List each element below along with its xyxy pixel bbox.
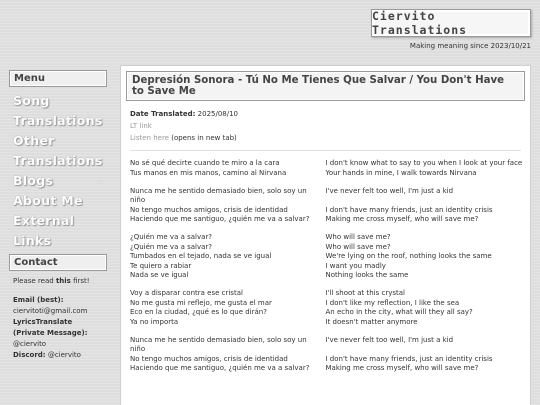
site-tagline: Making meaning since 2023/10/21 [409, 42, 531, 50]
sidebar: Menu Song Translations Other Translation… [9, 70, 107, 361]
original-line: Voy a disparar contra ese cristal [130, 289, 243, 297]
lyric-line: Eco en la ciudad, ¿qué es lo que dirán? A… [130, 308, 530, 318]
lyric-line: Nunca me he sentido demasiado bien, solo… [130, 187, 530, 206]
lyric-line: Haciendo que me santiguo, ¿quién me va a… [130, 215, 530, 225]
original-line: ¿Quién me va a salvar? [130, 242, 213, 251]
contact-heading: Contact [9, 254, 107, 271]
translated-line: I'll shoot at this crystal [325, 289, 405, 297]
lt-link[interactable]: LT link [130, 122, 152, 130]
main-nav: Song Translations Other Translations Blo… [9, 87, 107, 253]
lyric-line: Ya no importa It doesn't matter anymore [130, 318, 530, 328]
lyric-line: Nada se ve igual Nothing looks the same [130, 271, 530, 281]
lyricstranslate-user[interactable]: @ciervito [13, 339, 107, 350]
original-line: No tengo muchos amigos, crisis de identi… [130, 205, 288, 214]
page-title: Depresión Sonora - Tú No Me Tienes Que S… [132, 75, 505, 97]
translated-line: It doesn't matter anymore [325, 317, 418, 326]
translated-line: Who will save me? [325, 242, 391, 251]
listen-link[interactable]: Listen here [130, 134, 169, 142]
contact-this-link[interactable]: this [56, 277, 71, 285]
translated-line: I want you madly [325, 261, 386, 270]
nav-item-label: About Me [13, 193, 83, 208]
lyrics-table: No sé qué decirte cuando te miro a la ca… [121, 151, 530, 374]
date-label: Date Translated: [130, 110, 196, 118]
translated-line: I don't have many friends, just an ident… [325, 354, 493, 363]
translated-line: Your hands in mine, I walk towards Nirva… [325, 168, 477, 177]
translated-line: An echo in the city, what will they all … [325, 308, 473, 316]
original-line: Nada se ve igual [130, 271, 189, 279]
nav-item-label: External Links [13, 213, 75, 248]
translated-line: Nothing looks the same [325, 271, 409, 279]
title-box: Depresión Sonora - Tú No Me Tienes Que S… [126, 71, 525, 101]
translation-meta: Date Translated: 2025/08/10 LT link List… [121, 101, 530, 144]
lyric-line: Te quiero a rabiar I want you madly [130, 262, 530, 272]
nav-item-about-me[interactable]: About Me [13, 191, 107, 211]
lyrics-stanza: No sé qué decirte cuando te miro a la ca… [130, 159, 530, 178]
date-value: 2025/08/10 [195, 110, 239, 118]
translated-line: Making me cross myself, who will save me… [325, 215, 479, 223]
original-line: Eco en la ciudad, ¿qué es lo que dirán? [130, 308, 267, 316]
translated-line: Making me cross myself, who will save me… [325, 364, 479, 372]
original-line: No sé qué decirte cuando te miro a la ca… [130, 159, 280, 167]
original-line: No me gusta mi reflejo, me gusta el mar [130, 298, 272, 307]
menu-heading: Menu [9, 70, 107, 87]
original-line: ¿Quién me va a salvar? [130, 233, 213, 241]
translated-line: I don't have many friends, just an ident… [325, 205, 493, 214]
nav-item-external-links[interactable]: External Links [13, 211, 107, 251]
lyricstranslate-label: LyricsTranslate [13, 318, 73, 326]
lyric-line: No tengo muchos amigos, crisis de identi… [130, 355, 530, 365]
translated-line: I don't know what to say to you when I l… [325, 159, 523, 167]
translated-line: We're lying on the roof, nothing looks t… [325, 252, 492, 260]
original-line: Nunca me he sentido demasiado bien, solo… [130, 335, 307, 354]
translated-line: Who will save me? [325, 233, 391, 241]
translated-line: I don't like my reflection, I like the s… [325, 298, 460, 307]
lyric-line: Voy a disparar contra ese cristal I'll sh… [130, 289, 530, 299]
lyric-line: No tengo muchos amigos, crisis de identi… [130, 206, 530, 216]
main-content: Depresión Sonora - Tú No Me Tienes Que S… [120, 65, 531, 405]
original-line: No tengo muchos amigos, crisis de identi… [130, 354, 288, 363]
original-line: Tumbados en el tejado, nada se ve igual [130, 252, 272, 260]
lyric-line: No me gusta mi reflejo, me gusta el mar I… [130, 299, 530, 309]
lyric-line: Tumbados en el tejado, nada se ve igual W… [130, 252, 530, 262]
nav-item-song-translations[interactable]: Song Translations [13, 91, 107, 131]
original-line: Tus manos en mis manos, camino al Nirvan… [130, 168, 287, 177]
original-line: Haciendo que me santiguo, ¿quién me va a… [130, 215, 310, 223]
lyrics-stanza: Nunca me he sentido demasiado bien, solo… [130, 187, 530, 225]
nav-item-other-translations[interactable]: Other Translations [13, 131, 107, 171]
lyricstranslate-sub-label: (Private Message): [13, 329, 88, 337]
lyric-line: Tus manos en mis manos, camino al Nirvan… [130, 169, 530, 179]
contact-info: Please read this first! Email (best): ci… [9, 271, 107, 361]
discord-label: Discord: [13, 351, 46, 359]
listen-note: (opens in new tab) [168, 134, 237, 142]
nav-item-label: Other Translations [13, 133, 103, 168]
nav-item-label: Blogs [13, 173, 54, 188]
original-line: Te quiero a rabiar [130, 261, 192, 270]
contact-intro: Please read this first! [13, 277, 90, 285]
chevron-right-icon: › [98, 176, 103, 186]
lyric-line: Haciendo que me santiguo, ¿quién me va a… [130, 364, 530, 374]
lyric-line: Nunca me he sentido demasiado bien, solo… [130, 336, 530, 355]
discord-user[interactable]: @ciervito [46, 351, 81, 359]
lyric-line: No sé qué decirte cuando te miro a la ca… [130, 159, 530, 169]
original-line: Ya no importa [130, 317, 179, 326]
email-label: Email (best): [13, 296, 64, 304]
original-line: Haciendo que me santiguo, ¿quién me va a… [130, 364, 310, 372]
lyrics-stanza: Nunca me he sentido demasiado bien, solo… [130, 336, 530, 374]
lyrics-stanza: Voy a disparar contra ese cristal I'll sh… [130, 289, 530, 327]
lyric-line: ¿Quién me va a salvar? Who will save me? [130, 233, 530, 243]
lyrics-stanza: ¿Quién me va a salvar? Who will save me? ¿… [130, 233, 530, 281]
nav-item-label: Song Translations [13, 93, 103, 128]
translated-line: I've never felt too well, I'm just a kid [325, 186, 454, 195]
email-address[interactable]: ciervitoti@gmail.com [13, 306, 107, 317]
original-line: Nunca me he sentido demasiado bien, solo… [130, 186, 307, 205]
nav-item-blogs[interactable]: Blogs › [13, 171, 107, 191]
lyric-line: ¿Quién me va a salvar? Who will save me? [130, 243, 530, 253]
site-logo[interactable]: Ciervito Translations [371, 9, 531, 37]
site-logo-text: Ciervito Translations [372, 9, 468, 37]
translated-line: I've never felt too well, I'm just a kid [325, 335, 454, 344]
